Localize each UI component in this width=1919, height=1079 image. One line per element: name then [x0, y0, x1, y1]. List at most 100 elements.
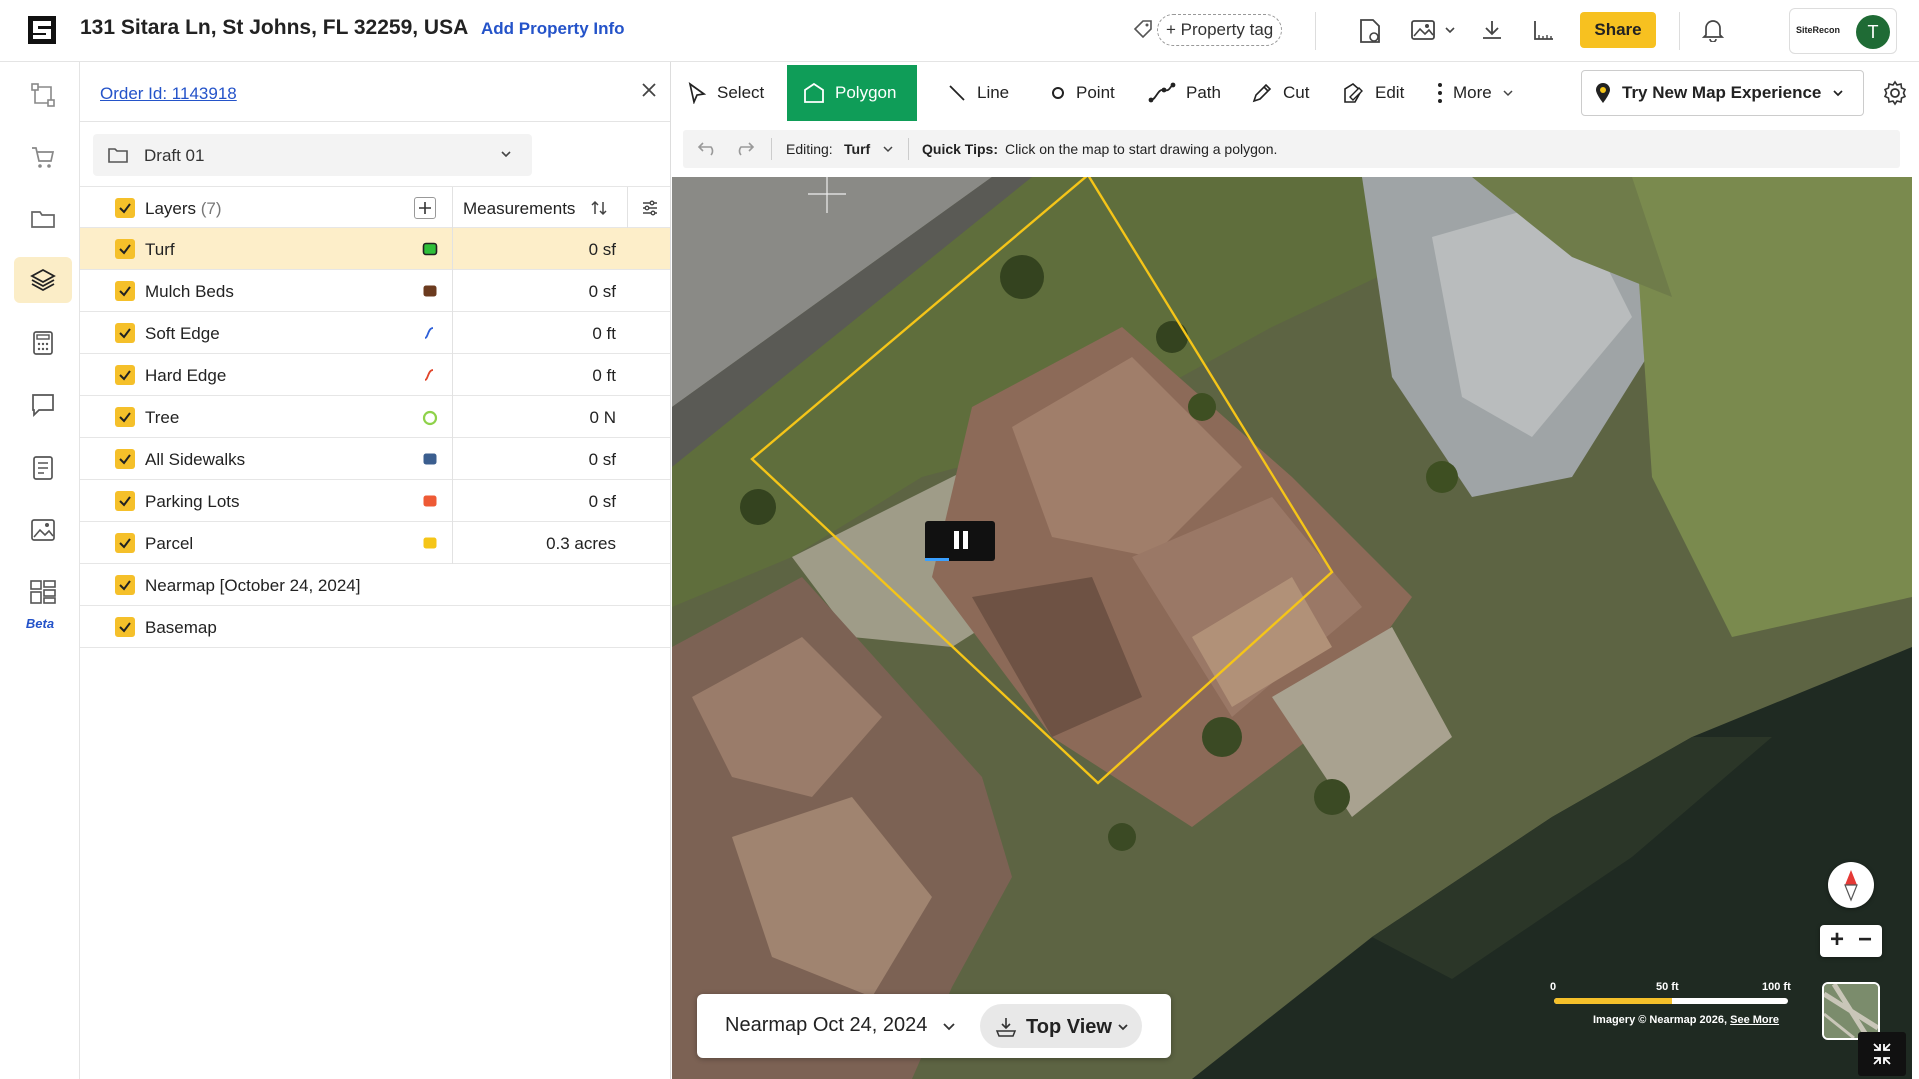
draft-selector[interactable]: Draft 01 [93, 134, 532, 176]
image-export-icon[interactable] [1410, 18, 1436, 42]
layers-title: Layers [145, 199, 197, 218]
layer-visibility-checkbox[interactable] [115, 323, 135, 343]
tool-select[interactable]: Select [671, 65, 780, 121]
try-new-map-experience-button[interactable]: Try New Map Experience [1581, 70, 1864, 116]
layer-color-swatch-icon [423, 537, 437, 549]
layers-panel: Order Id: 1143918 Draft 01 Layers (7) Me… [80, 62, 671, 1079]
bell-icon[interactable] [1702, 18, 1724, 42]
report-icon[interactable] [1358, 18, 1382, 44]
layer-row[interactable]: Hard Edge 0 ft [80, 354, 670, 396]
layer-visibility-checkbox[interactable] [115, 365, 135, 385]
drawing-toolbar: Select Polygon Line Point Path Cut Edit … [671, 62, 1919, 124]
nav-comments[interactable] [14, 382, 72, 428]
layer-row[interactable]: Parcel 0.3 acres [80, 522, 670, 564]
layer-row[interactable]: Soft Edge 0 ft [80, 312, 670, 354]
tool-label: Path [1186, 83, 1221, 102]
layer-visibility-checkbox[interactable] [115, 239, 135, 259]
sort-icon[interactable] [590, 200, 608, 216]
layer-style-swatch[interactable] [422, 410, 438, 431]
layer-style-swatch[interactable] [422, 536, 438, 555]
base-layer-row[interactable]: Nearmap [October 24, 2024] [80, 564, 670, 606]
layer-style-swatch[interactable] [422, 494, 438, 513]
layer-row[interactable]: Turf 0 sf [80, 228, 670, 270]
aerial-imagery[interactable] [672, 177, 1912, 1079]
map-canvas[interactable]: + − 0 50 ft 100 ft Imagery © Nearmap 202… [672, 177, 1912, 1079]
zoom-out-button[interactable]: − [1858, 927, 1872, 953]
tool-more[interactable]: More [1421, 65, 1530, 121]
chevron-down-icon [501, 151, 511, 158]
tool-polygon[interactable]: Polygon [787, 65, 917, 121]
path-icon [1148, 82, 1176, 103]
layers-icon [30, 268, 56, 292]
layer-row[interactable]: Mulch Beds 0 sf [80, 270, 670, 312]
nav-beta-tool[interactable] [14, 569, 72, 615]
editing-layer-select[interactable]: Turf [844, 141, 870, 157]
add-property-info-link[interactable]: Add Property Info [481, 19, 625, 39]
layer-style-swatch[interactable] [422, 242, 438, 261]
check-icon [119, 496, 131, 507]
share-button[interactable]: Share [1580, 12, 1656, 48]
property-tag-button[interactable]: + Property tag [1157, 14, 1283, 46]
measure-ruler-icon[interactable] [1532, 18, 1556, 42]
chevron-down-icon[interactable] [882, 143, 894, 155]
layer-style-swatch[interactable] [422, 368, 436, 387]
nav-workflow[interactable] [14, 72, 72, 118]
layer-style-swatch[interactable] [422, 452, 438, 471]
layer-style-swatch[interactable] [422, 284, 438, 303]
layer-visibility-checkbox[interactable] [115, 617, 135, 637]
layer-name: Hard Edge [145, 366, 227, 385]
compass-button[interactable] [1828, 862, 1874, 908]
chevron-down-icon[interactable] [1444, 24, 1456, 36]
see-more-link[interactable]: See More [1730, 1014, 1779, 1026]
layer-visibility-checkbox[interactable] [115, 407, 135, 427]
tool-path[interactable]: Path [1132, 65, 1237, 121]
collapse-fullscreen-button[interactable] [1858, 1032, 1906, 1076]
pause-icon [954, 531, 959, 549]
base-layer-row[interactable]: Basemap [80, 606, 670, 648]
check-icon [119, 286, 131, 297]
add-layer-button[interactable] [414, 197, 436, 219]
gear-icon[interactable] [1882, 80, 1908, 106]
divider [452, 396, 453, 438]
layer-name: All Sidewalks [145, 450, 246, 469]
imagery-date-select[interactable]: Nearmap Oct 24, 2024 [725, 1014, 927, 1037]
layer-visibility-checkbox[interactable] [115, 281, 135, 301]
chevron-down-icon[interactable] [941, 1018, 957, 1034]
layer-style-swatch[interactable] [422, 326, 436, 345]
nav-folder[interactable] [14, 196, 72, 242]
nav-notes[interactable] [14, 445, 72, 491]
download-icon[interactable] [1480, 18, 1504, 42]
layer-row[interactable]: Parking Lots 0 sf [80, 480, 670, 522]
undo-icon[interactable] [697, 140, 719, 156]
layer-color-swatch-icon [423, 495, 437, 507]
layer-row[interactable]: Tree 0 N [80, 396, 670, 438]
layer-visibility-checkbox[interactable] [115, 449, 135, 469]
order-id-link[interactable]: Order Id: 1143918 [100, 84, 237, 104]
tool-cut[interactable]: Cut [1235, 65, 1325, 121]
scale-end: 100 ft [1762, 981, 1791, 993]
tool-edit[interactable]: Edit [1325, 65, 1420, 121]
nav-layers[interactable] [14, 257, 72, 303]
filter-settings-icon[interactable] [641, 199, 659, 217]
nav-cart[interactable] [14, 134, 72, 180]
layer-row[interactable]: All Sidewalks 0 sf [80, 438, 670, 480]
view-mode-select[interactable]: Top View [980, 1004, 1142, 1048]
zoom-in-button[interactable]: + [1830, 927, 1844, 953]
tool-label: Cut [1283, 83, 1310, 102]
close-icon[interactable] [641, 82, 657, 98]
select-all-checkbox[interactable] [115, 198, 135, 218]
layer-visibility-checkbox[interactable] [115, 491, 135, 511]
quick-tip-text: Click on the map to start drawing a poly… [1005, 141, 1278, 157]
base-layer-name: Nearmap [October 24, 2024] [145, 576, 360, 596]
app-logo-icon[interactable] [28, 16, 56, 44]
redo-icon[interactable] [733, 140, 755, 156]
layer-visibility-checkbox[interactable] [115, 575, 135, 595]
nav-images[interactable] [14, 507, 72, 553]
org-account-switcher[interactable]: SiteRecon T [1789, 8, 1897, 54]
layer-visibility-checkbox[interactable] [115, 533, 135, 553]
nav-calculator[interactable] [14, 320, 72, 366]
tool-point[interactable]: Point [1034, 65, 1131, 121]
tool-line[interactable]: Line [931, 65, 1025, 121]
user-avatar[interactable]: T [1856, 15, 1890, 49]
video-pause-button[interactable] [925, 521, 995, 561]
